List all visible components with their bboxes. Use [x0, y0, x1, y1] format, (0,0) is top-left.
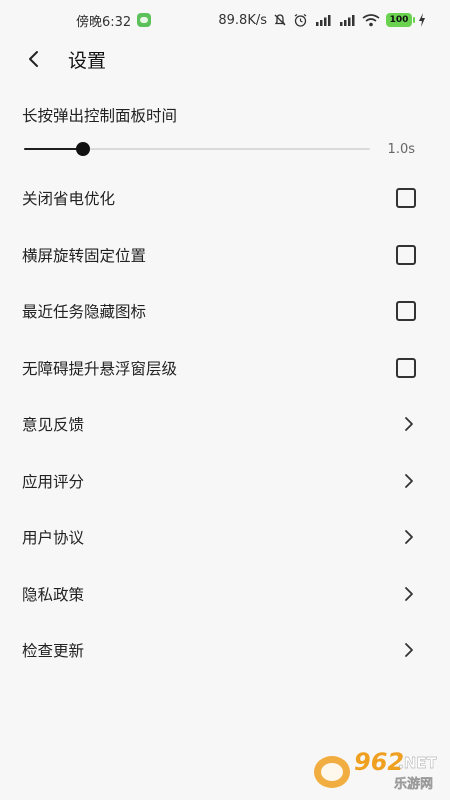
toggle-label: 关闭省电优化 — [22, 190, 116, 209]
accessibility-overlay-checkbox[interactable] — [396, 357, 416, 378]
landscape-fixed-checkbox[interactable] — [396, 244, 416, 265]
hide-recent-icon-checkbox[interactable] — [396, 301, 416, 322]
watermark-brand: 962 — [354, 748, 404, 776]
mute-icon — [273, 12, 287, 28]
toggle-label: 最近任务隐藏图标 — [22, 303, 147, 322]
chevron-left-icon — [29, 51, 38, 67]
alarm-icon — [293, 12, 308, 28]
toggle-label: 无障碍提升悬浮窗层级 — [22, 359, 178, 378]
toggle-label: 横屏旋转固定位置 — [22, 246, 147, 265]
chevron-right-icon — [402, 585, 416, 603]
power-saving-checkbox[interactable] — [396, 188, 416, 209]
charging-icon — [418, 12, 426, 28]
status-bar: 傍晚6:32 89.8K/s 100 — [0, 0, 450, 40]
chevron-right-icon — [402, 472, 416, 490]
wechat-notification-icon — [137, 13, 152, 27]
header: 设置 — [0, 40, 450, 78]
link-label: 意见反馈 — [22, 416, 85, 435]
slider-track[interactable] — [24, 142, 370, 156]
signal-icon-1 — [314, 12, 332, 28]
signal-icon-2 — [338, 12, 356, 28]
link-label: 应用评分 — [22, 472, 85, 491]
link-label: 用户协议 — [22, 529, 85, 548]
press-duration-slider: 1.0s — [0, 128, 450, 170]
toggle-row-hide-recent-icon[interactable]: 最近任务隐藏图标 — [0, 283, 450, 340]
watermark-sub: 乐游网 — [394, 776, 433, 792]
link-row-user-agreement[interactable]: 用户协议 — [0, 509, 450, 566]
chevron-right-icon — [402, 641, 416, 659]
page-title: 设置 — [68, 49, 107, 72]
toggle-row-accessibility-overlay[interactable]: 无障碍提升悬浮窗层级 — [0, 340, 450, 397]
slider-thumb[interactable] — [75, 142, 90, 156]
wifi-icon — [362, 12, 380, 28]
toggle-row-power-saving[interactable]: 关闭省电优化 — [0, 170, 450, 227]
watermark-suffix: .NET — [398, 754, 437, 772]
link-row-check-update[interactable]: 检查更新 — [0, 622, 450, 679]
chevron-right-icon — [402, 528, 416, 546]
status-right: 89.8K/s 100 — [218, 12, 426, 28]
battery-icon: 100 — [386, 13, 415, 27]
link-row-privacy-policy[interactable]: 隐私政策 — [0, 566, 450, 623]
site-watermark-logo: 962 .NET 乐游网 — [314, 748, 438, 792]
link-label: 检查更新 — [22, 642, 85, 661]
link-row-rate-app[interactable]: 应用评分 — [0, 453, 450, 510]
slider-fill — [24, 148, 83, 150]
slider-label: 长按弹出控制面板时间 — [22, 107, 178, 125]
link-label: 隐私政策 — [22, 585, 85, 604]
network-speed: 89.8K/s — [218, 12, 267, 28]
link-row-feedback[interactable]: 意见反馈 — [0, 396, 450, 453]
slider-value: 1.0s — [387, 141, 415, 157]
settings-list: 关闭省电优化 横屏旋转固定位置 最近任务隐藏图标 无障碍提升悬浮窗层级 意见反馈… — [0, 170, 450, 679]
toggle-row-landscape-fixed[interactable]: 横屏旋转固定位置 — [0, 227, 450, 284]
status-left: 傍晚6:32 — [76, 11, 152, 30]
status-time: 傍晚6:32 — [76, 14, 132, 30]
back-button[interactable] — [22, 47, 46, 71]
chevron-right-icon — [402, 415, 416, 433]
